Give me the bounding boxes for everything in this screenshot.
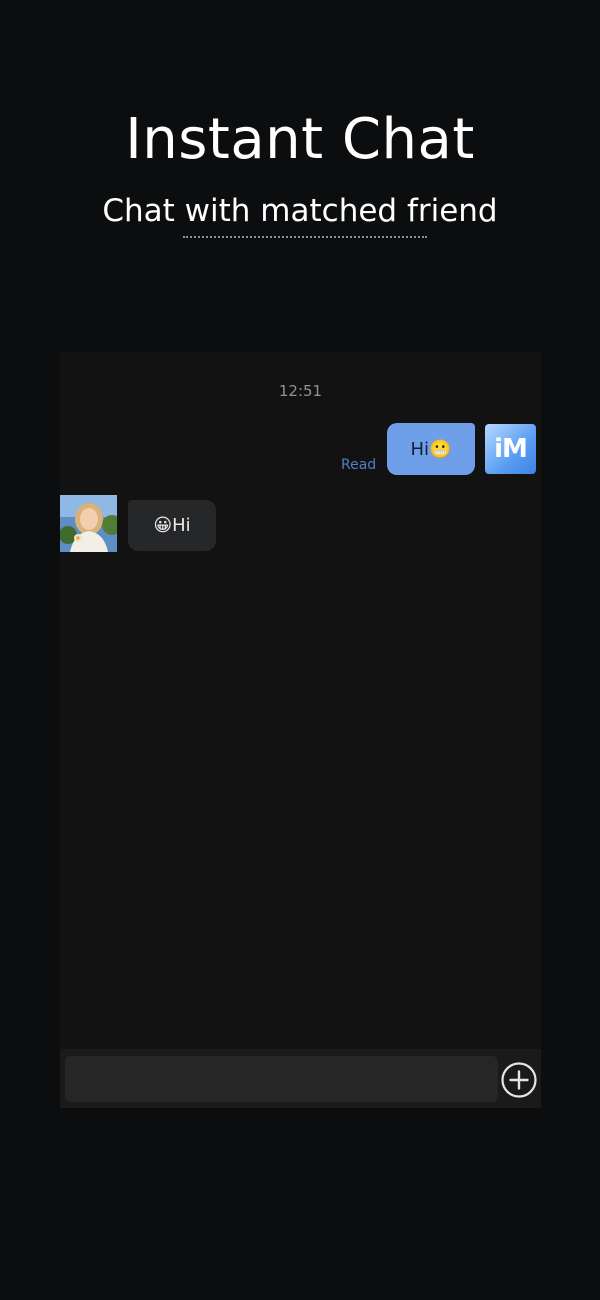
subtitle-dotted-underline xyxy=(183,236,427,238)
friend-avatar[interactable] xyxy=(60,495,117,552)
read-status: Read xyxy=(341,457,377,473)
sent-message-text: Hi😬 xyxy=(410,438,452,460)
message-input[interactable] xyxy=(65,1056,498,1102)
plus-circle-icon xyxy=(501,1062,537,1098)
self-avatar[interactable]: iM xyxy=(485,424,536,474)
composer-bar xyxy=(60,1049,541,1108)
app-logo-text: iM xyxy=(494,434,528,464)
add-button[interactable] xyxy=(500,1061,538,1099)
hero-title: Instant Chat xyxy=(125,107,475,172)
received-message-text: 😀Hi xyxy=(153,515,191,536)
received-message-bubble[interactable]: 😀Hi xyxy=(128,500,216,551)
hero-subtitle: Chat with matched friend xyxy=(102,193,498,229)
sent-message-bubble[interactable]: Hi😬 xyxy=(387,423,475,475)
friend-photo-icon xyxy=(60,495,117,552)
message-timestamp: 12:51 xyxy=(278,382,323,400)
chat-panel: 12:51 Read Hi😬 iM 😀Hi xyxy=(60,352,541,1108)
